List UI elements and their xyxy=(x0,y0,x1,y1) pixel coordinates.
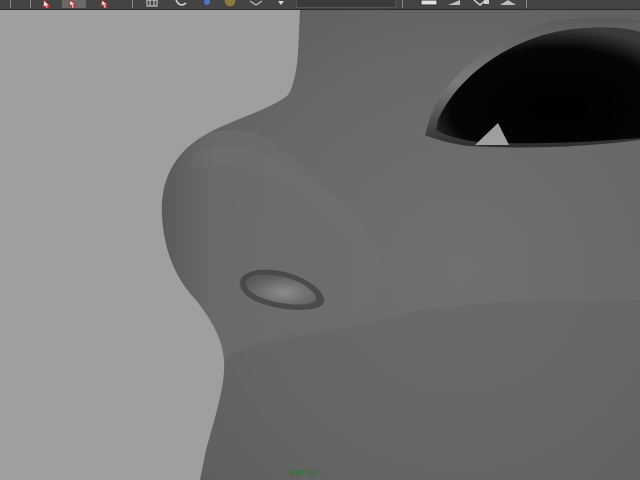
toolbar-separator xyxy=(30,0,31,8)
toolbar-separator xyxy=(402,0,403,8)
ipr-render-icon[interactable] xyxy=(472,0,490,8)
render-settings-icon[interactable] xyxy=(498,0,518,8)
toolbar-separator xyxy=(132,0,133,8)
viewport-scene xyxy=(0,10,640,480)
status-toolbar xyxy=(0,0,640,10)
perspective-viewport[interactable]: persp xyxy=(0,10,640,480)
maya-window: persp xyxy=(0,0,640,480)
lasso-tool-icon[interactable] xyxy=(62,0,86,8)
camera-name-label: persp xyxy=(290,468,317,478)
grid-icon[interactable] xyxy=(146,0,160,8)
render-frame-icon[interactable] xyxy=(446,0,462,8)
render-view-icon[interactable] xyxy=(420,0,438,8)
chevron-down-icon[interactable] xyxy=(276,0,286,8)
input-line-field[interactable] xyxy=(296,0,396,8)
snap-surface-icon[interactable] xyxy=(222,0,238,8)
snap-view-plane-icon[interactable] xyxy=(248,0,264,8)
toolbar-separator xyxy=(10,0,11,8)
toolbar-separator xyxy=(526,0,527,8)
paint-select-tool-icon[interactable] xyxy=(98,0,112,8)
select-tool-icon[interactable] xyxy=(40,0,58,8)
magnet-curve-icon[interactable] xyxy=(174,0,188,8)
snap-point-icon[interactable] xyxy=(200,0,214,8)
